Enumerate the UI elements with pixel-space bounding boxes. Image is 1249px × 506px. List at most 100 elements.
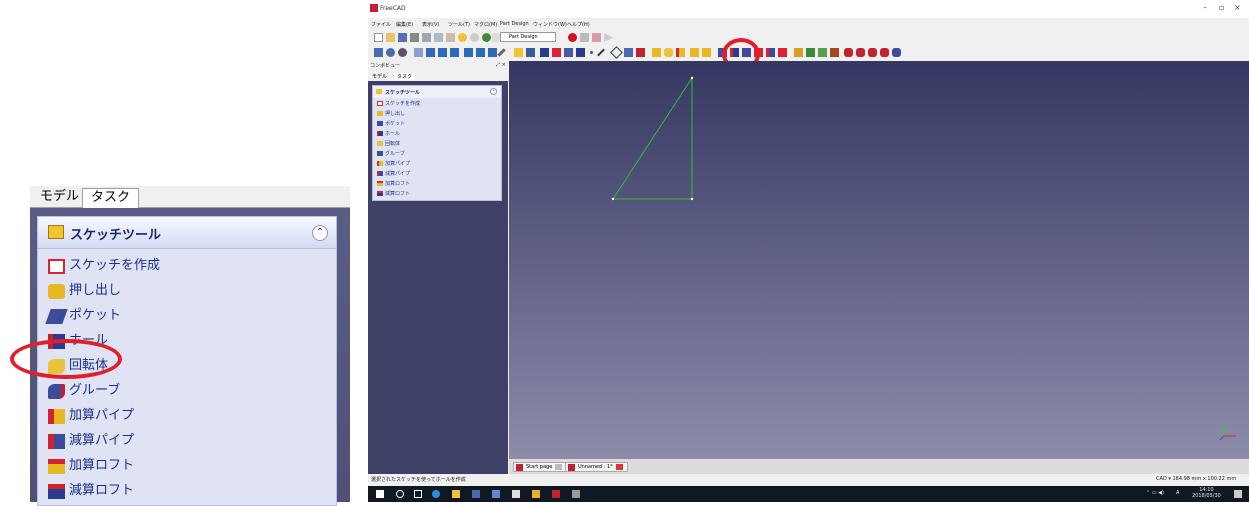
photos-icon[interactable] xyxy=(492,490,500,498)
local-coordinate-icon[interactable] xyxy=(624,48,633,57)
menu-macro[interactable]: マクロ(M) xyxy=(474,21,497,28)
draw-style-icon[interactable] xyxy=(398,48,407,57)
subtractive-pipe-tool-icon[interactable] xyxy=(766,48,775,57)
sketch-vertex[interactable] xyxy=(690,197,694,201)
collapse-button[interactable]: ⌃ xyxy=(312,225,328,241)
tab-close-icon[interactable] xyxy=(615,463,623,470)
tab-task[interactable]: タスク xyxy=(82,188,140,209)
restore-icon[interactable]: ▫ xyxy=(1219,3,1224,12)
combo-tab-model[interactable]: モデル xyxy=(372,73,387,80)
polar-pattern-icon[interactable] xyxy=(868,48,877,57)
menu-part-design[interactable]: Part Design xyxy=(500,21,529,27)
task-view-icon[interactable] xyxy=(414,490,422,498)
cut-icon[interactable] xyxy=(422,33,431,42)
combo-item-create-sketch[interactable]: スケッチを作成 xyxy=(377,100,420,109)
tab-model[interactable]: モデル xyxy=(32,188,87,208)
menu-window[interactable]: ウィンドウ(W) xyxy=(533,21,567,28)
combo-item-pocket[interactable]: ポケット xyxy=(377,120,405,129)
map-sketch-icon[interactable] xyxy=(576,48,585,57)
stop-macro-icon[interactable] xyxy=(580,33,589,42)
combo-item-revolution[interactable]: 回転体 xyxy=(377,140,400,149)
sketch-tools-header[interactable]: スケッチツール ⌃ xyxy=(38,217,336,249)
mail-icon[interactable] xyxy=(512,490,520,498)
app-icon[interactable] xyxy=(472,490,480,498)
additive-primitive-icon[interactable] xyxy=(702,48,711,57)
open-file-icon[interactable] xyxy=(386,33,395,42)
combo-item-additive-loft[interactable]: 加算ロフト xyxy=(377,180,410,189)
validate-sketch-icon[interactable] xyxy=(564,48,573,57)
refresh-icon[interactable] xyxy=(482,33,491,42)
macro-edit-icon[interactable] xyxy=(592,33,601,42)
combo-item-subtractive-pipe[interactable]: 減算パイプ xyxy=(377,170,410,179)
menu-edit[interactable]: 編集(E) xyxy=(396,21,413,28)
create-part-icon[interactable] xyxy=(526,48,535,57)
menu-help[interactable]: ヘルプ(H) xyxy=(567,21,590,28)
paste-icon[interactable] xyxy=(446,33,455,42)
subtractive-primitive-icon[interactable] xyxy=(778,48,787,57)
task-item-subtractive-pipe[interactable]: 減算パイプ xyxy=(48,430,134,454)
start-icon[interactable] xyxy=(376,490,384,498)
doc-tab-unnamed[interactable]: Unnamed : 1* xyxy=(565,462,628,472)
sketch-triangle[interactable] xyxy=(509,61,1249,459)
combo-tab-task[interactable]: タスク xyxy=(394,73,416,80)
combo-sketch-tools-header[interactable]: スケッチツール ⌃ xyxy=(373,86,501,98)
additive-loft-tool-icon[interactable] xyxy=(676,48,685,57)
draft-icon[interactable] xyxy=(818,48,827,57)
menu-file[interactable]: ファイル xyxy=(371,21,391,28)
datum-line-icon[interactable] xyxy=(597,48,605,57)
sketch-vertex[interactable] xyxy=(611,197,615,201)
additive-pipe-tool-icon[interactable] xyxy=(690,48,699,57)
boolean-icon[interactable] xyxy=(892,48,901,57)
freecad-taskbar-icon[interactable] xyxy=(552,490,560,498)
close-icon[interactable]: × xyxy=(1234,3,1241,12)
datum-plane-icon[interactable] xyxy=(610,46,623,59)
chamfer-icon[interactable] xyxy=(806,48,815,57)
task-item-additive-pipe[interactable]: 加算パイプ xyxy=(48,405,134,429)
file-explorer-icon[interactable] xyxy=(452,490,460,498)
store-icon[interactable] xyxy=(532,490,540,498)
navigation-style-indicator[interactable]: CAD ▾ 184.98 mm x 100.22 mm xyxy=(1156,476,1236,482)
3d-viewport[interactable] xyxy=(509,61,1249,459)
task-item-pad[interactable]: 押し出し xyxy=(48,280,121,304)
combo-item-hole[interactable]: ホール xyxy=(377,130,400,139)
other-app-icon[interactable] xyxy=(572,490,580,498)
combo-item-additive-pipe[interactable]: 加算パイプ xyxy=(377,160,410,169)
datum-point-icon[interactable] xyxy=(590,51,593,54)
combo-item-groove[interactable]: グルーブ xyxy=(377,150,405,159)
measure-icon[interactable] xyxy=(497,48,506,57)
record-macro-icon[interactable] xyxy=(568,33,577,42)
combo-view-close-icon[interactable]: ⤢ × xyxy=(496,62,506,68)
multitransform-icon[interactable] xyxy=(880,48,889,57)
linear-pattern-icon[interactable] xyxy=(856,48,865,57)
doc-tab-start-page[interactable]: Start page xyxy=(513,462,568,472)
print-icon[interactable] xyxy=(410,33,419,42)
ime-indicator[interactable]: A xyxy=(1176,490,1179,496)
redo-icon[interactable] xyxy=(470,33,479,42)
view-top-icon[interactable] xyxy=(438,48,447,57)
create-sketch-icon[interactable] xyxy=(552,48,561,57)
view-left-icon[interactable] xyxy=(488,48,497,57)
task-item-subtractive-loft[interactable]: 減算ロフト xyxy=(48,480,134,504)
task-item-additive-loft[interactable]: 加算ロフト xyxy=(48,455,134,479)
new-file-icon[interactable] xyxy=(374,33,383,42)
edge-browser-icon[interactable] xyxy=(432,490,440,498)
view-iso-icon[interactable] xyxy=(414,48,423,57)
combo-collapse-icon[interactable]: ⌃ xyxy=(490,88,497,95)
create-shapebinder-icon[interactable] xyxy=(540,48,549,57)
pad-tool-icon[interactable] xyxy=(652,48,661,57)
run-macro-icon[interactable] xyxy=(604,33,613,42)
fit-selection-icon[interactable] xyxy=(386,48,395,57)
menu-tools[interactable]: ツール(T) xyxy=(448,21,470,28)
undo-icon[interactable] xyxy=(458,33,467,42)
combo-item-subtractive-loft[interactable]: 減算ロフト xyxy=(377,190,410,199)
copy-icon[interactable] xyxy=(434,33,443,42)
menu-view[interactable]: 表示(V) xyxy=(422,21,439,28)
create-body-icon[interactable] xyxy=(514,48,523,57)
workbench-select[interactable]: Part Design xyxy=(500,32,556,42)
thickness-icon[interactable] xyxy=(830,48,839,57)
sketch-vertex[interactable] xyxy=(690,76,694,80)
search-icon[interactable] xyxy=(396,490,404,498)
fillet-icon[interactable] xyxy=(794,48,803,57)
view-right-icon[interactable] xyxy=(450,48,459,57)
fit-all-icon[interactable] xyxy=(374,48,383,57)
